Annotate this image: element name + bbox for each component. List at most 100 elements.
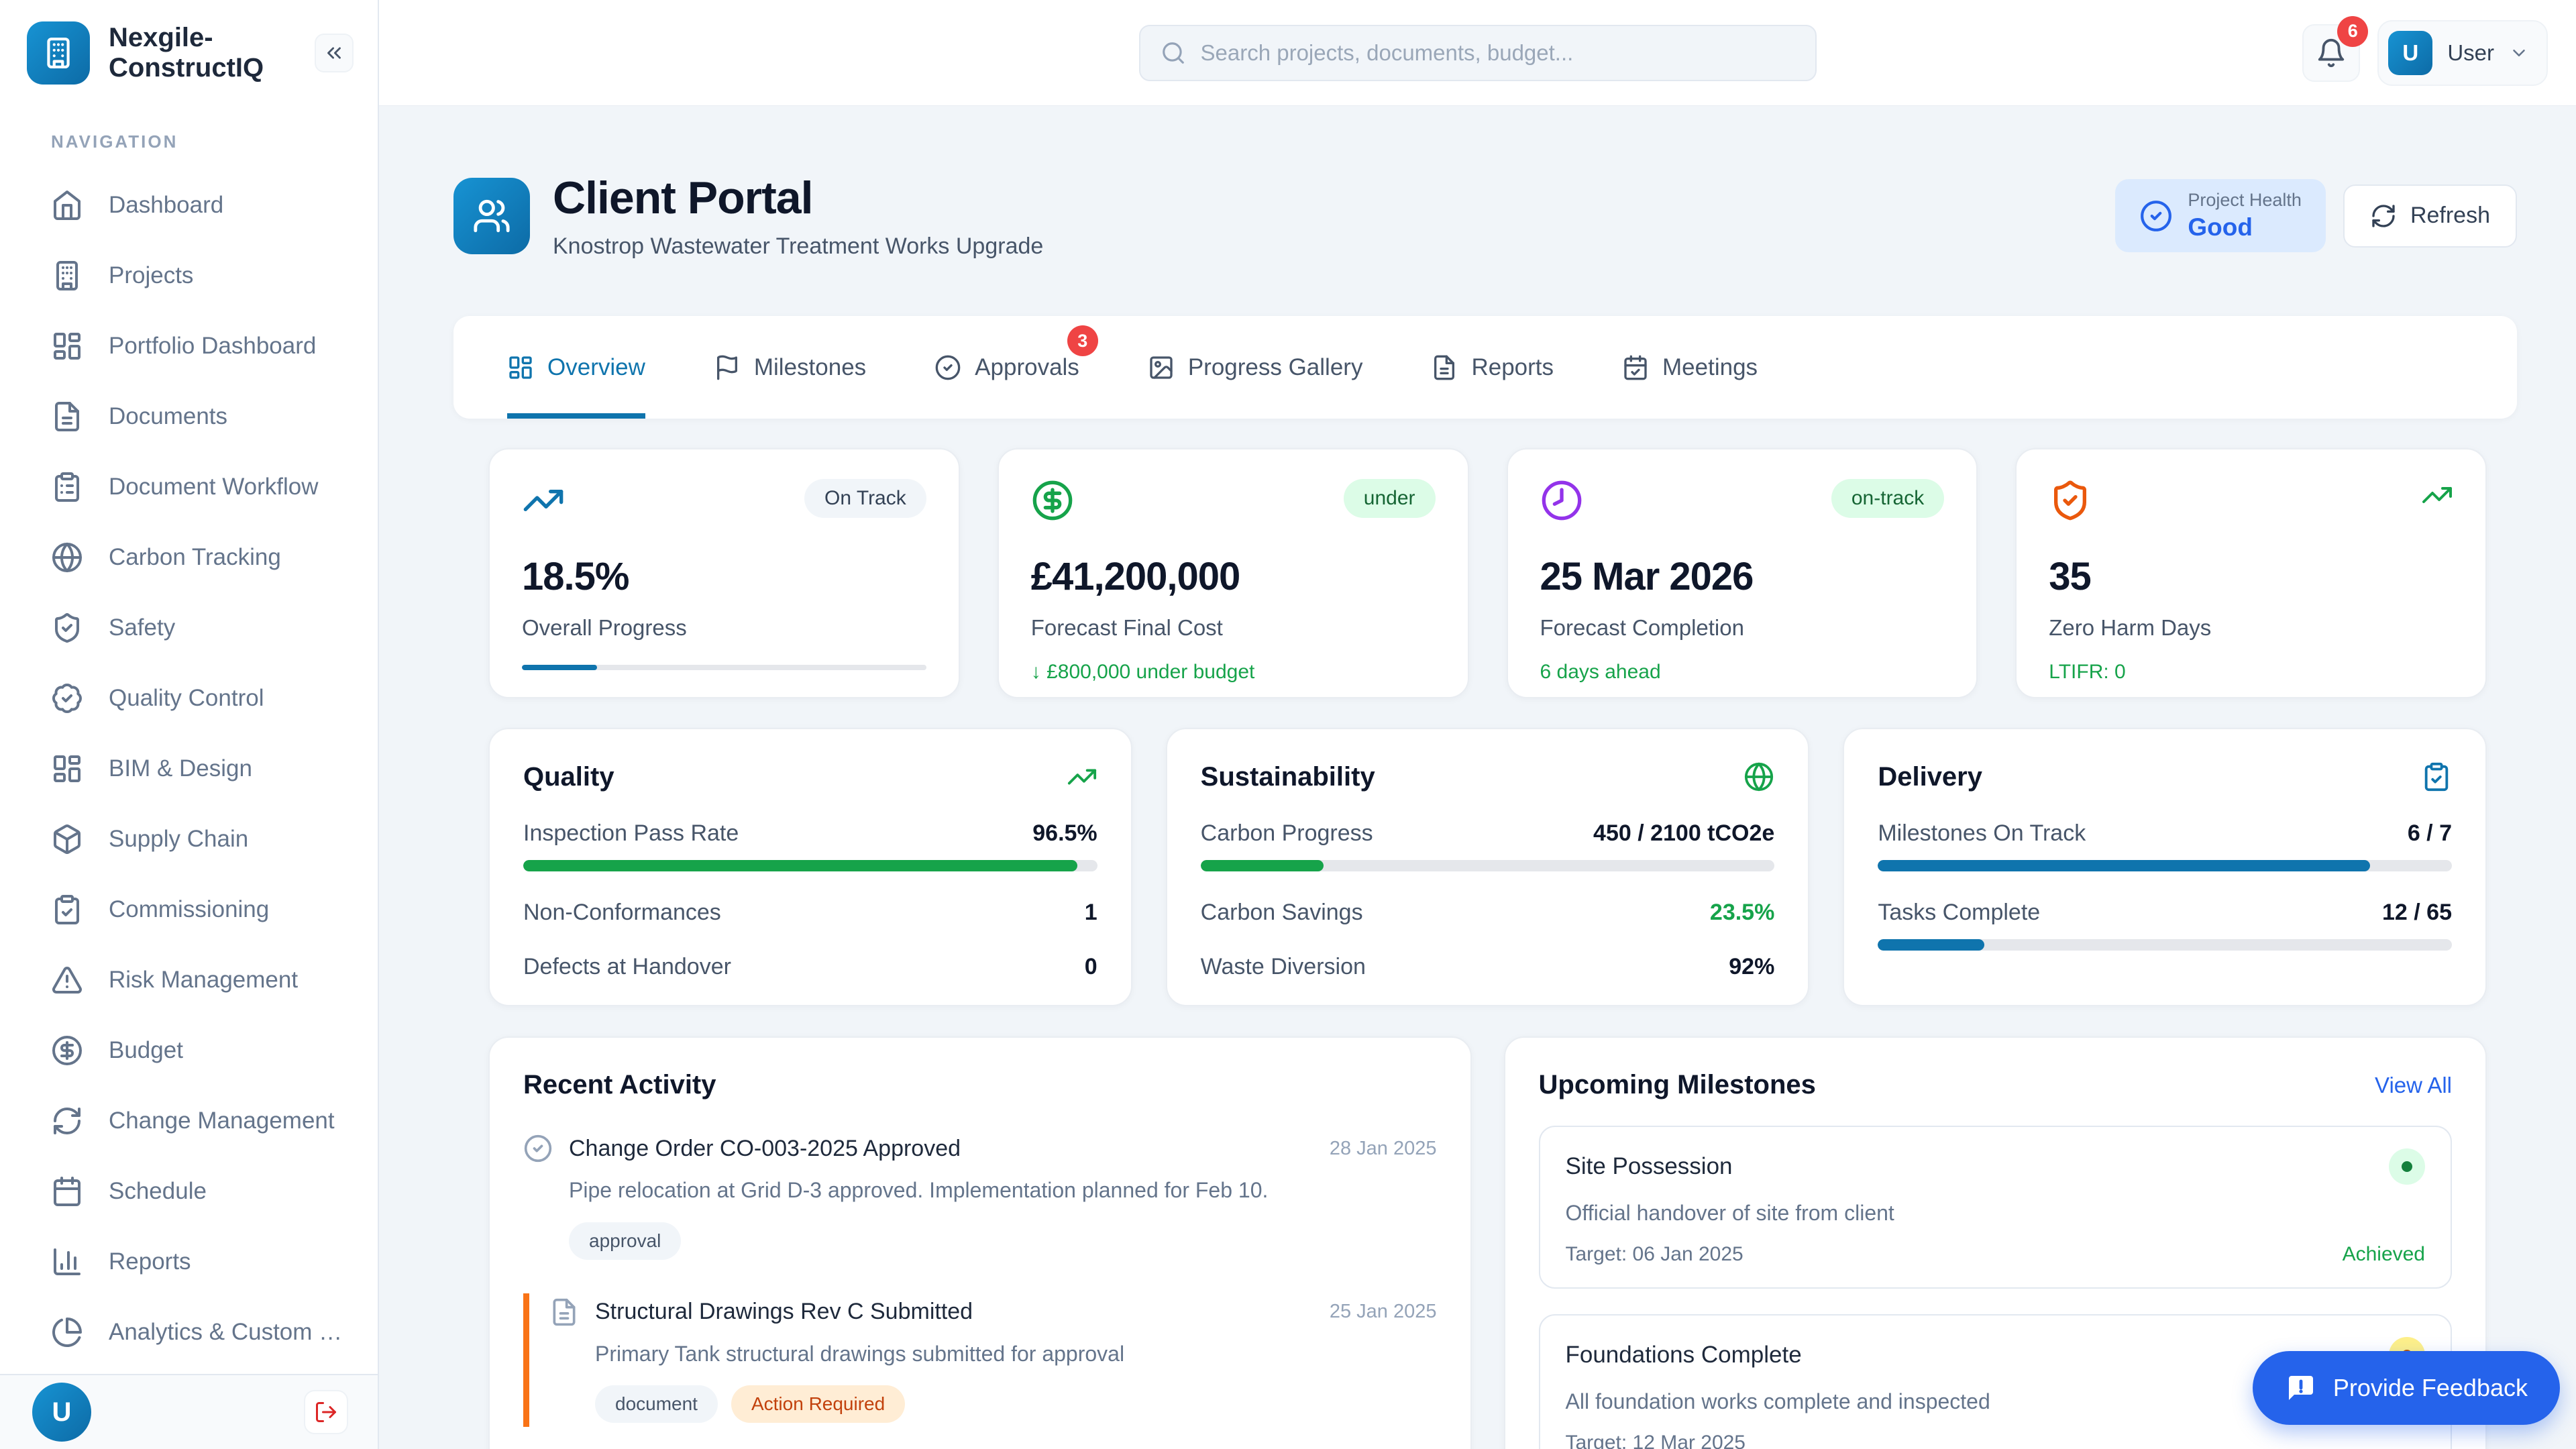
sidebar-item-label: Portfolio Dashboard bbox=[109, 333, 316, 360]
nav-section-label: NAVIGATION bbox=[0, 131, 378, 170]
sidebar-item-portfolio-dashboard[interactable]: Portfolio Dashboard bbox=[0, 311, 378, 381]
refresh-icon bbox=[2370, 203, 2397, 229]
tab-label: Progress Gallery bbox=[1188, 354, 1363, 381]
sidebar-nav: NAVIGATION Dashboard Projects Portfolio … bbox=[0, 106, 378, 1374]
box-icon bbox=[51, 823, 83, 855]
sidebar-item-carbon-tracking[interactable]: Carbon Tracking bbox=[0, 522, 378, 592]
sidebar-item-document-workflow[interactable]: Document Workflow bbox=[0, 451, 378, 522]
tab-overview[interactable]: Overview bbox=[507, 316, 645, 419]
building-icon bbox=[51, 260, 83, 292]
progress-bar bbox=[1878, 939, 2452, 951]
search-icon bbox=[1161, 40, 1186, 66]
sidebar-item-label: Carbon Tracking bbox=[109, 544, 281, 571]
sidebar-item-risk-management[interactable]: Risk Management bbox=[0, 945, 378, 1015]
sidebar-item-reports[interactable]: Reports bbox=[0, 1226, 378, 1297]
search-input[interactable] bbox=[1201, 40, 1795, 66]
user-menu[interactable]: U User bbox=[2377, 20, 2548, 86]
alert-triangle-icon bbox=[51, 964, 83, 996]
provide-feedback-button[interactable]: Provide Feedback bbox=[2253, 1351, 2560, 1425]
check-circle-icon bbox=[934, 354, 961, 381]
tab-milestones[interactable]: Milestones bbox=[714, 316, 866, 419]
tab-label: Reports bbox=[1471, 354, 1554, 381]
layout-dashboard-icon bbox=[51, 330, 83, 362]
sidebar-item-supply-chain[interactable]: Supply Chain bbox=[0, 804, 378, 874]
view-all-link[interactable]: View All bbox=[2375, 1073, 2452, 1098]
trending-up-icon bbox=[522, 479, 565, 522]
metric-value: 92% bbox=[1729, 954, 1774, 980]
log-out-icon bbox=[314, 1400, 338, 1424]
tab-meetings[interactable]: Meetings bbox=[1622, 316, 1758, 419]
sidebar-item-documents[interactable]: Documents bbox=[0, 381, 378, 451]
health-value: Good bbox=[2188, 213, 2302, 241]
tab-reports[interactable]: Reports bbox=[1431, 316, 1554, 419]
sidebar-item-commissioning[interactable]: Commissioning bbox=[0, 874, 378, 945]
page-title: Client Portal bbox=[553, 172, 1043, 224]
sidebar-item-bim-design[interactable]: BIM & Design bbox=[0, 733, 378, 804]
sidebar-item-change-management[interactable]: Change Management bbox=[0, 1085, 378, 1156]
milestone-status: Achieved bbox=[2343, 1243, 2425, 1266]
sidebar-item-label: Projects bbox=[109, 262, 193, 289]
sidebar-item-label: Change Management bbox=[109, 1108, 335, 1134]
panel-title: Recent Activity bbox=[523, 1070, 716, 1100]
clipboard-check-icon bbox=[2421, 761, 2452, 792]
tab-approvals[interactable]: Approvals 3 bbox=[934, 316, 1079, 419]
user-avatar[interactable]: U bbox=[32, 1383, 91, 1442]
recent-activity-panel: Recent Activity Change Order CO-003-2025… bbox=[488, 1036, 1472, 1449]
panel-title: Upcoming Milestones bbox=[1539, 1070, 1816, 1100]
milestone-status-dot bbox=[2389, 1148, 2425, 1185]
activity-item[interactable]: Change Order CO-003-2025 Approved 28 Jan… bbox=[523, 1130, 1437, 1264]
approvals-count-badge: 3 bbox=[1067, 325, 1098, 356]
kpi-zero-harm: 35 Zero Harm Days LTIFR: 0 bbox=[2015, 448, 2487, 698]
notifications-button[interactable]: 6 bbox=[2302, 24, 2360, 82]
page-header: Client Portal Knostrop Wastewater Treatm… bbox=[453, 172, 2517, 260]
quality-card: Quality Inspection Pass Rate96.5% Non-Co… bbox=[488, 728, 1132, 1006]
logout-button[interactable] bbox=[304, 1390, 348, 1434]
activity-title: Structural Drawings Rev C Submitted bbox=[595, 1299, 1313, 1325]
sidebar-item-safety[interactable]: Safety bbox=[0, 592, 378, 663]
tab-label: Milestones bbox=[754, 354, 866, 381]
flag-icon bbox=[714, 354, 741, 381]
kpi-overall-progress: On Track 18.5% Overall Progress bbox=[488, 448, 960, 698]
activity-description: Pipe relocation at Grid D-3 approved. Im… bbox=[569, 1177, 1437, 1205]
refresh-button[interactable]: Refresh bbox=[2343, 184, 2517, 248]
sidebar-item-projects[interactable]: Projects bbox=[0, 240, 378, 311]
users-icon bbox=[472, 197, 511, 235]
progress-bar bbox=[1878, 860, 2452, 871]
kpi-label: Forecast Final Cost bbox=[1031, 615, 1436, 641]
progress-bar bbox=[523, 860, 1097, 871]
layout-dashboard-icon bbox=[51, 753, 83, 785]
sidebar-item-analytics[interactable]: Analytics & Custom Rep... bbox=[0, 1297, 378, 1367]
kpi-note: 6 days ahead bbox=[1540, 661, 1945, 684]
chevrons-left-icon bbox=[323, 42, 345, 64]
page-subtitle: Knostrop Wastewater Treatment Works Upgr… bbox=[553, 233, 1043, 260]
metric-value: 12 / 65 bbox=[2382, 900, 2452, 926]
card-title: Quality bbox=[523, 762, 614, 792]
activity-item[interactable]: Structural Drawings Rev C Submitted 25 J… bbox=[523, 1293, 1437, 1428]
sidebar-item-label: Analytics & Custom Rep... bbox=[109, 1319, 351, 1346]
activity-title: Change Order CO-003-2025 Approved bbox=[569, 1136, 1313, 1162]
main-content: Client Portal Knostrop Wastewater Treatm… bbox=[379, 106, 2576, 1449]
milestone-description: Official handover of site from client bbox=[1566, 1201, 2426, 1226]
calendar-icon bbox=[51, 1175, 83, 1208]
metric-cards: Quality Inspection Pass Rate96.5% Non-Co… bbox=[488, 728, 2487, 1006]
check-circle-icon bbox=[2139, 199, 2173, 233]
metric-label: Carbon Progress bbox=[1201, 820, 1373, 847]
kpi-value: 25 Mar 2026 bbox=[1540, 554, 1945, 599]
activity-date: 28 Jan 2025 bbox=[1330, 1138, 1437, 1160]
activity-date: 25 Jan 2025 bbox=[1330, 1301, 1437, 1323]
sidebar-item-budget[interactable]: Budget bbox=[0, 1015, 378, 1085]
sidebar-collapse-button[interactable] bbox=[315, 34, 354, 72]
sidebar-item-dashboard[interactable]: Dashboard bbox=[0, 170, 378, 240]
health-label: Project Health bbox=[2188, 190, 2302, 211]
sidebar-item-label: Safety bbox=[109, 614, 175, 641]
tab-progress-gallery[interactable]: Progress Gallery bbox=[1148, 316, 1363, 419]
file-text-icon bbox=[51, 400, 83, 433]
kpi-forecast-completion: on-track 25 Mar 2026 Forecast Completion… bbox=[1507, 448, 1978, 698]
sidebar-item-schedule[interactable]: Schedule bbox=[0, 1156, 378, 1226]
metric-value: 450 / 2100 tCO2e bbox=[1593, 820, 1774, 847]
badge-check-icon bbox=[51, 682, 83, 714]
metric-label: Milestones On Track bbox=[1878, 820, 2086, 847]
sidebar-item-quality-control[interactable]: Quality Control bbox=[0, 663, 378, 733]
milestone-card[interactable]: Site Possession Official handover of sit… bbox=[1539, 1126, 2453, 1289]
sidebar-item-label: Dashboard bbox=[109, 192, 223, 219]
